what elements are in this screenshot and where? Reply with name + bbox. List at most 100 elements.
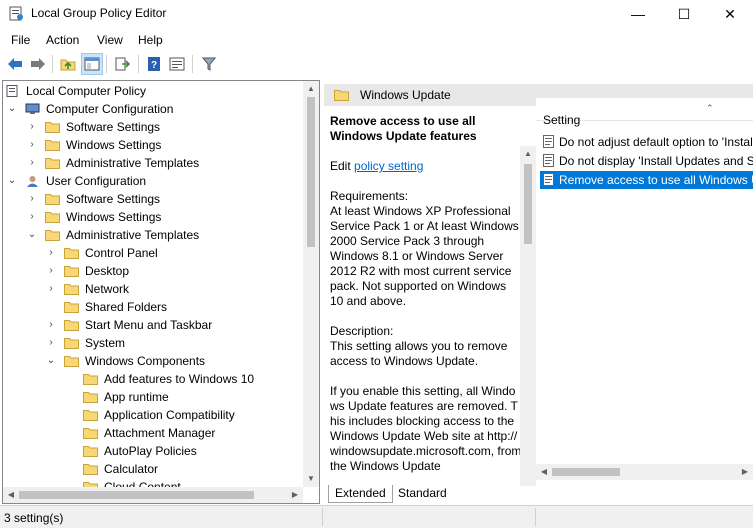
description: Description: This setting allows you to r… [330,324,522,369]
policy-setting-icon [543,154,554,167]
tree-item-label: Add features to Windows 10 [104,372,255,386]
setting-row[interactable]: Do not adjust default option to 'Install… [540,133,753,151]
chevron-right-icon[interactable]: › [27,154,37,172]
description-text: This setting allows you to remove access… [330,339,508,368]
setting-column-label: Setting [543,113,581,127]
scroll-thumb[interactable] [524,164,532,244]
chevron-right-icon[interactable]: › [46,334,56,352]
close-button[interactable]: ✕ [707,0,753,28]
setting-row[interactable]: Do not display 'Install Updates and Shut… [540,152,753,170]
tab-standard[interactable]: Standard [392,485,453,502]
tree-vertical-scrollbar[interactable]: ▲ ▼ [303,81,319,487]
list-horizontal-scrollbar[interactable]: ◀ ▶ [536,464,753,480]
tree-item[interactable]: › Software Settings [3,118,303,136]
tree-item[interactable]: › Control Panel [3,244,303,262]
tree-item-label: User Configuration [46,174,147,188]
tree-item[interactable]: AutoPlay Policies [3,442,303,460]
tree-item-label: Network [85,282,130,296]
tree-item[interactable]: Calculator [3,460,303,478]
folder-icon [64,284,79,295]
filter-icon[interactable] [199,54,219,74]
tree-item[interactable]: Application Compatibility [3,406,303,424]
tree-item-label: Control Panel [85,246,158,260]
description-label: Description: [330,324,394,338]
edit-line: Edit policy setting [330,159,522,174]
chevron-right-icon[interactable]: › [27,208,37,226]
tree-item[interactable]: Local Computer Policy [3,82,303,100]
tree-item-label: Administrative Templates [66,228,200,242]
tree-item[interactable]: Shared Folders [3,298,303,316]
chevron-right-icon[interactable]: › [46,280,56,298]
properties-icon[interactable] [167,54,187,74]
chevron-right-icon[interactable]: › [27,190,37,208]
tree-item[interactable]: › Desktop [3,262,303,280]
tree-item[interactable]: ⌄ Windows Components [3,352,303,370]
setting-column-header[interactable]: ⌃ Setting [536,98,753,127]
export-list-icon[interactable] [113,54,133,74]
view-tabs: Extended Standard [324,485,753,503]
tree-item[interactable]: › Administrative Templates [3,154,303,172]
maximize-button[interactable]: ☐ [661,0,707,28]
menu-bar: File Action View Help [0,30,753,50]
enable-text: If you enable this setting, all Windows … [330,384,522,473]
folder-icon [334,90,349,101]
menu-view[interactable]: View [97,33,123,47]
chevron-down-icon[interactable]: ⌄ [7,100,17,118]
chevron-down-icon[interactable]: ⌄ [46,352,56,370]
chevron-right-icon[interactable]: › [27,118,37,136]
tree-item[interactable]: › Network [3,280,303,298]
tree-item[interactable]: ⌄ Administrative Templates [3,226,303,244]
tree-item-label: Calculator [104,462,159,476]
tree-item[interactable]: › Start Menu and Taskbar [3,316,303,334]
description-scrollbar[interactable]: ▲ ▼ [520,146,536,486]
scroll-up-icon[interactable]: ▲ [520,146,536,162]
tree-item[interactable]: › Software Settings [3,190,303,208]
tree-item[interactable]: ⌄ User Configuration [3,172,303,190]
policy-setting-link[interactable]: policy setting [354,159,423,173]
scroll-thumb[interactable] [19,491,254,499]
scroll-thumb[interactable] [552,468,620,476]
tree-item[interactable]: › Windows Settings [3,136,303,154]
chevron-right-icon[interactable]: › [46,316,56,334]
scroll-down-icon[interactable]: ▼ [303,471,319,487]
chevron-right-icon[interactable]: › [46,262,56,280]
menu-action[interactable]: Action [46,33,79,47]
menu-help[interactable]: Help [138,33,163,47]
chevron-down-icon[interactable]: ⌄ [7,172,17,190]
folder-icon [83,392,98,403]
tree-item[interactable]: App runtime [3,388,303,406]
menu-file[interactable]: File [11,33,30,47]
tree-pane[interactable]: Local Computer Policy ⌄ Computer Configura… [2,80,320,504]
scroll-left-icon[interactable]: ◀ [536,464,552,480]
chevron-down-icon[interactable]: ⌄ [27,226,37,244]
tree-item[interactable]: › Windows Settings [3,208,303,226]
back-arrow-icon[interactable] [5,54,25,74]
show-hide-tree-icon[interactable] [81,53,103,75]
tree-item[interactable]: › System [3,334,303,352]
tree-item[interactable]: Add features to Windows 10 [3,370,303,388]
scroll-left-icon[interactable]: ◀ [3,487,19,503]
setting-row[interactable]: Remove access to use all Windows Update … [540,171,753,189]
requirements: Requirements: At least Windows XP Profess… [330,189,522,309]
chevron-right-icon[interactable]: › [27,136,37,154]
window-title: Local Group Policy Editor [31,6,167,20]
minimize-button[interactable]: — [615,0,661,28]
tree-item[interactable]: ⌄ Computer Configuration [3,100,303,118]
tree-item[interactable]: Attachment Manager [3,424,303,442]
group-policy-app-icon [9,6,23,21]
requirements-text: At least Windows XP Professional Service… [330,204,519,308]
up-folder-icon[interactable] [58,54,78,74]
scroll-right-icon[interactable]: ▶ [287,487,303,503]
forward-arrow-icon[interactable] [28,54,48,74]
scroll-up-icon[interactable]: ▲ [303,81,319,97]
policy-title: Remove access to use all Windows Update … [330,114,477,143]
tab-extended[interactable]: Extended [328,485,393,503]
folder-icon [64,302,79,313]
tree-horizontal-scrollbar[interactable]: ◀ ▶ [3,487,303,503]
scroll-thumb[interactable] [307,97,315,247]
folder-icon [83,410,98,421]
scroll-right-icon[interactable]: ▶ [737,464,753,480]
help-icon[interactable]: ? [144,54,164,74]
tree-item-label: Windows Settings [66,210,162,224]
chevron-right-icon[interactable]: › [46,244,56,262]
